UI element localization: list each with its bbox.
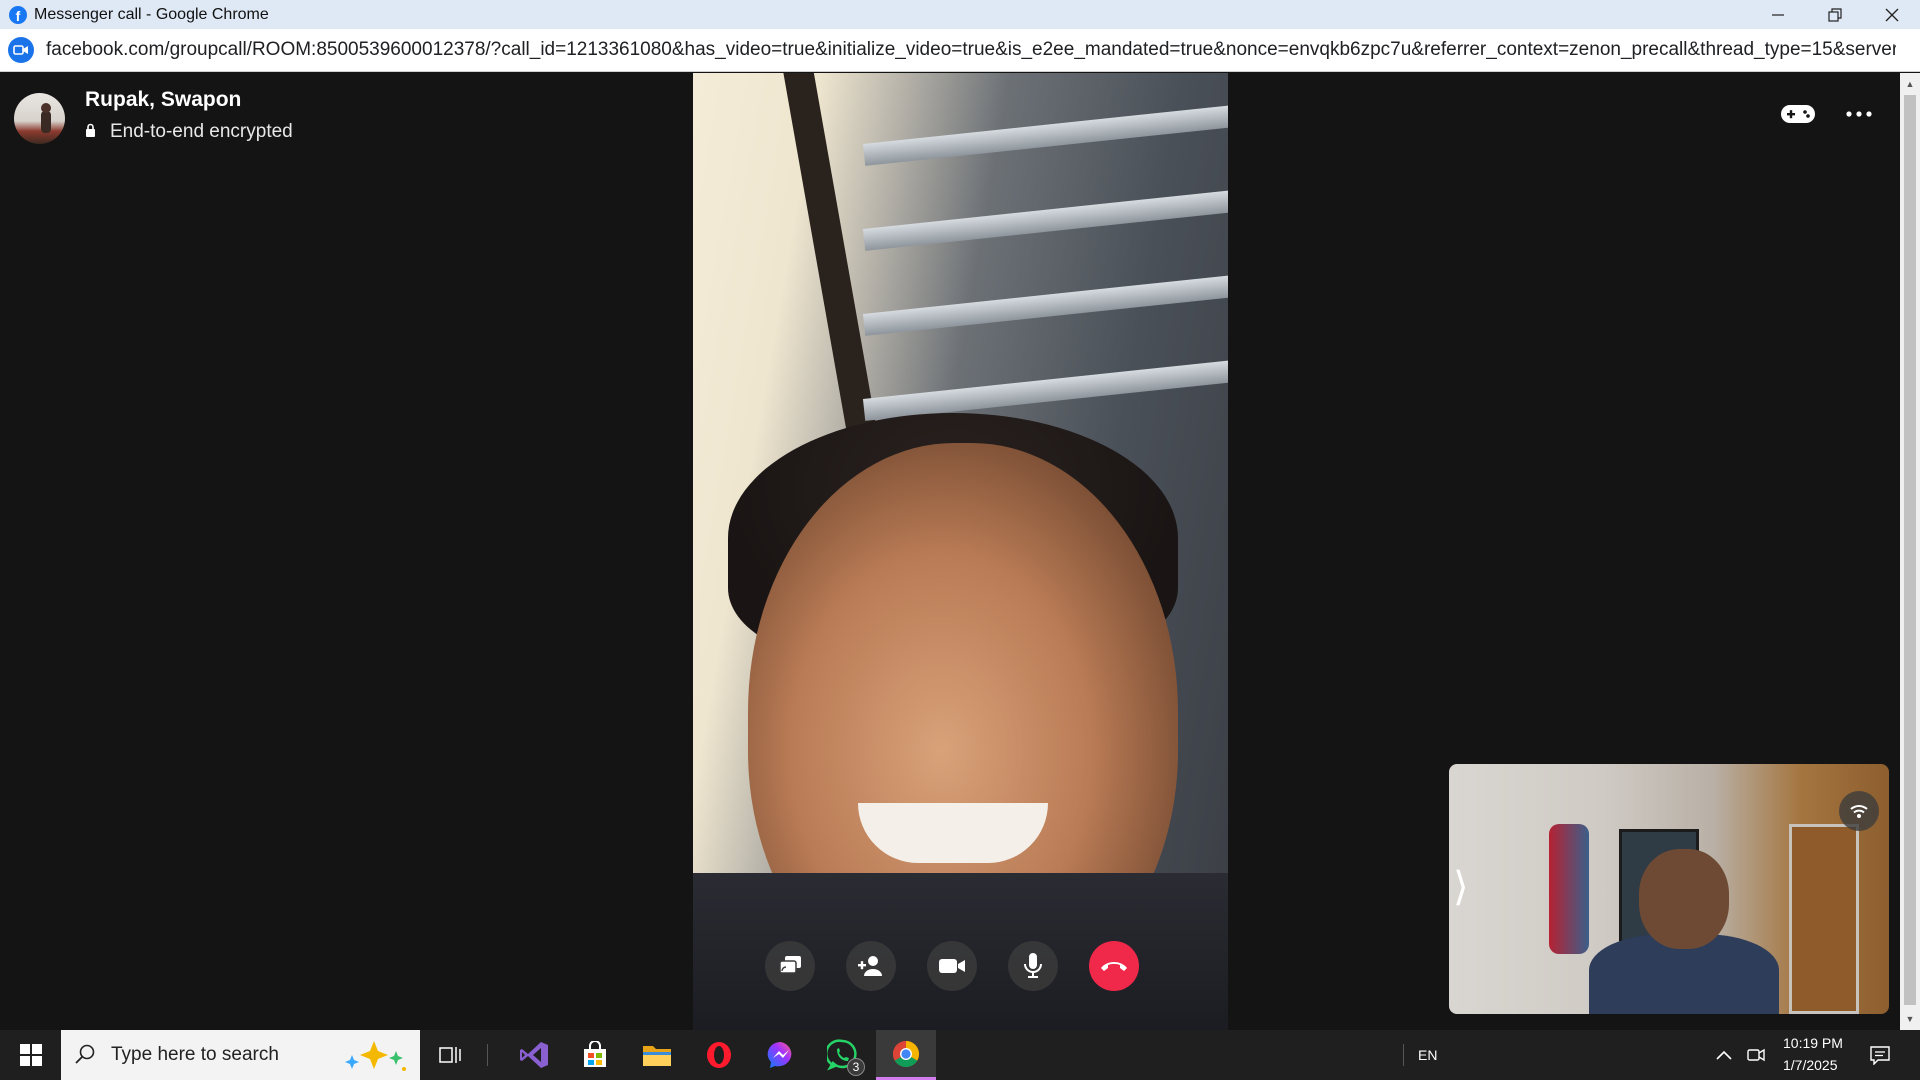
games-icon[interactable] [1778,99,1818,129]
end-call-icon [1101,962,1127,971]
opera-icon [707,1042,731,1068]
windows-icon [19,1044,42,1066]
lock-icon [85,121,96,143]
vertical-scrollbar[interactable]: ▲ ▼ [1900,73,1920,1030]
meet-now-button[interactable] [1744,1030,1768,1080]
microphone-icon [1024,953,1042,978]
minimize-button[interactable] [1749,0,1806,29]
share-screen-icon [779,956,801,974]
task-view-icon [439,1047,461,1063]
file-explorer-app[interactable] [633,1030,681,1080]
self-view-head-shape [1639,849,1729,949]
remote-video [693,73,1228,1030]
self-view-video[interactable]: ⟩ [1449,764,1889,1014]
end-call-button[interactable] [1089,941,1139,991]
language-indicator[interactable]: EN [1418,1047,1437,1063]
camera-icon [939,959,965,973]
search-highlight-sparkle-icon [345,1041,406,1071]
notifications-button[interactable] [1865,1030,1895,1080]
collapse-chevron-icon[interactable]: ⟩ [1453,864,1469,910]
taskbar: Type here to search 3 EN 10:19 PM 1/7/20… [0,1030,1920,1080]
address-bar[interactable]: facebook.com/groupcall/ROOM:850053960001… [0,29,1920,72]
meet-now-icon [1747,1048,1765,1062]
messenger-app[interactable] [757,1030,805,1080]
share-screen-button[interactable] [765,941,815,991]
taskbar-search-input[interactable]: Type here to search [61,1030,420,1080]
restore-button[interactable] [1806,0,1863,29]
chrome-app-active[interactable] [876,1030,936,1080]
task-view-button[interactable] [430,1030,470,1080]
video-window-slat [862,187,1228,251]
tray-divider [1403,1044,1404,1066]
visual-studio-icon [520,1042,548,1068]
microsoft-store-icon [584,1041,606,1067]
add-person-button[interactable] [846,941,896,991]
encryption-status: End-to-end encrypted [85,121,293,143]
video-window-slat [862,357,1228,421]
microphone-toggle-button[interactable] [1008,941,1058,991]
messenger-icon [767,1041,792,1068]
scroll-down-arrow-icon[interactable]: ▼ [1900,1010,1920,1028]
folder-icon [643,1046,671,1066]
facebook-icon: f [9,5,27,24]
camera-toggle-button[interactable] [927,941,977,991]
add-person-icon [858,956,882,976]
encryption-label: End-to-end encrypted [110,121,293,142]
clock-date[interactable]: 1/7/2025 [1783,1057,1838,1073]
search-icon [75,1044,95,1064]
window-title-bar: f Messenger call - Google Chrome [0,0,1920,29]
connection-quality-icon[interactable] [1839,791,1879,831]
avatar[interactable] [14,93,65,144]
chevron-up-icon [1716,1050,1732,1060]
windows-start-button[interactable] [0,1030,61,1080]
scroll-up-arrow-icon[interactable]: ▲ [1900,75,1920,93]
whatsapp-badge: 3 [847,1058,865,1076]
show-hidden-icons-button[interactable] [1712,1030,1736,1080]
search-placeholder: Type here to search [111,1044,279,1065]
notification-center-icon [1870,1046,1890,1065]
self-view-clothes-shape [1549,824,1589,954]
call-participants-name: Rupak, Swapon [85,88,242,111]
video-call-icon [8,37,34,63]
video-smile-shape [858,803,1048,863]
video-window-slat [862,272,1228,336]
window-title: Messenger call - Google Chrome [34,5,269,23]
more-options-icon[interactable] [1839,99,1879,129]
microsoft-store-app[interactable] [571,1030,619,1080]
call-controls [765,941,1139,991]
taskbar-divider [487,1044,488,1066]
opera-app[interactable] [695,1030,743,1080]
close-button[interactable] [1863,0,1920,29]
video-window-slat [862,102,1228,166]
chrome-icon [892,1040,920,1067]
url-text[interactable]: facebook.com/groupcall/ROOM:850053960001… [46,39,1896,61]
clock-time[interactable]: 10:19 PM [1783,1035,1843,1051]
whatsapp-app[interactable]: 3 [819,1030,867,1080]
self-view-door-shape [1789,824,1859,1014]
call-area: Rupak, Swapon End-to-end encrypted ⟩ [0,73,1900,1030]
visual-studio-app[interactable] [510,1030,558,1080]
scrollbar-thumb[interactable] [1904,95,1916,1005]
